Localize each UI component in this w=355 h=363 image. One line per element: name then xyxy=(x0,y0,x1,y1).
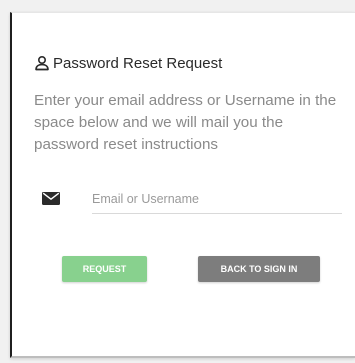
back-to-sign-in-button[interactable]: BACK TO SIGN IN xyxy=(198,256,320,282)
request-button[interactable]: REQUEST xyxy=(62,256,147,282)
envelope-icon xyxy=(42,192,60,205)
page-background: Password Reset Request Enter your email … xyxy=(0,0,355,363)
panel-title: Password Reset Request xyxy=(53,54,223,72)
password-reset-card: Password Reset Request Enter your email … xyxy=(10,12,355,358)
email-field-row xyxy=(42,190,342,216)
panel-description: Enter your email address or Username in … xyxy=(34,92,337,153)
email-or-username-input[interactable] xyxy=(92,190,342,214)
user-icon xyxy=(35,55,49,71)
panel-header: Password Reset Request xyxy=(34,53,222,73)
